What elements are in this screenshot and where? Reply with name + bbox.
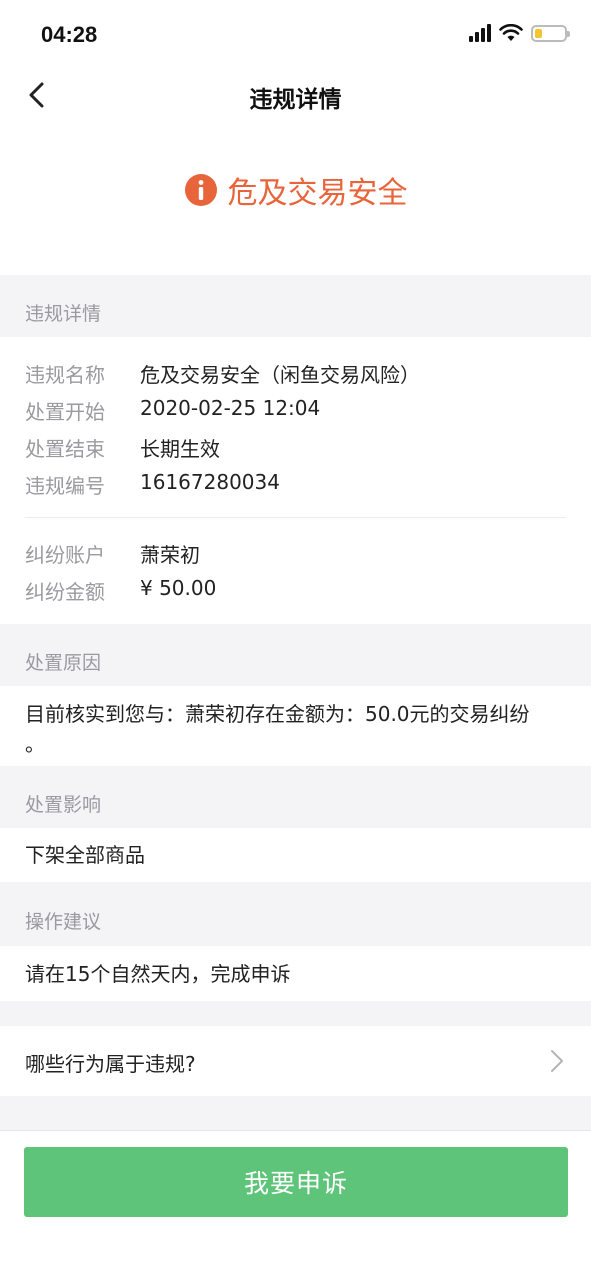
detail-row: 违规编号 16167280034 <box>25 470 280 499</box>
bottom-action-bar: 我要申诉 <box>0 1130 591 1280</box>
hero-content: 危及交易安全 <box>0 168 591 212</box>
detail-key: 处置开始 <box>25 400 105 424</box>
violation-type: 危及交易安全 <box>227 176 408 211</box>
nav-bar: 违规详情 <box>0 68 591 124</box>
reason-text-tail: 。 <box>25 732 45 756</box>
divider <box>25 517 566 518</box>
detail-key: 违规编号 <box>25 474 105 498</box>
chevron-right-icon <box>551 1050 563 1072</box>
dispute-value: 萧荣初 <box>140 543 200 567</box>
advice-panel: 请在15个自然天内，完成申诉 <box>0 946 591 1001</box>
wifi-icon <box>499 24 523 41</box>
detail-key: 处置结束 <box>25 437 105 461</box>
status-time: 04:28 <box>41 22 98 47</box>
dispute-value: ¥ 50.00 <box>140 576 217 600</box>
details-panel: 违规名称 危及交易安全（闲鱼交易风险） 处置开始 2020-02-25 12:0… <box>0 337 591 624</box>
detail-row: 处置开始 2020-02-25 12:04 <box>25 396 320 425</box>
battery-icon <box>531 24 570 42</box>
detail-row: 违规名称 危及交易安全（闲鱼交易风险） <box>25 359 420 388</box>
reason-panel: 目前核实到您与：萧荣初存在金额为：50.0元的交易纠纷 。 <box>0 686 591 766</box>
detail-row: 处置结束 长期生效 <box>25 433 220 462</box>
info-alert-icon <box>184 174 217 206</box>
detail-value: 2020-02-25 12:04 <box>140 396 321 420</box>
dispute-key: 纠纷账户 <box>25 543 105 567</box>
dispute-key: 纠纷金额 <box>25 580 105 604</box>
violation-rules-link[interactable]: 哪些行为属于违规? <box>0 1026 591 1096</box>
section-label-impact: 处置影响 <box>25 794 102 816</box>
violation-rules-label: 哪些行为属于违规? <box>25 1052 196 1076</box>
advice-text: 请在15个自然天内，完成申诉 <box>25 962 291 986</box>
detail-value: 16167280034 <box>140 470 280 494</box>
status-bar: 04:28 <box>0 0 591 68</box>
dispute-row: 纠纷金额 ¥ 50.00 <box>25 576 216 605</box>
page-title: 违规详情 <box>249 87 342 113</box>
detail-value: 长期生效 <box>140 437 220 461</box>
impact-panel: 下架全部商品 <box>0 828 591 882</box>
status-icons <box>469 24 570 42</box>
section-label-details: 违规详情 <box>25 303 102 325</box>
signal-icon <box>469 24 491 42</box>
detail-key: 违规名称 <box>25 363 105 387</box>
section-label-advice: 操作建议 <box>25 911 102 933</box>
section-label-reason: 处置原因 <box>25 652 102 674</box>
detail-value: 危及交易安全（闲鱼交易风险） <box>140 363 420 387</box>
appeal-button[interactable]: 我要申诉 <box>24 1147 568 1217</box>
dispute-row: 纠纷账户 萧荣初 <box>25 539 200 568</box>
impact-text: 下架全部商品 <box>25 843 145 867</box>
violation-hero: 危及交易安全 <box>0 124 591 275</box>
